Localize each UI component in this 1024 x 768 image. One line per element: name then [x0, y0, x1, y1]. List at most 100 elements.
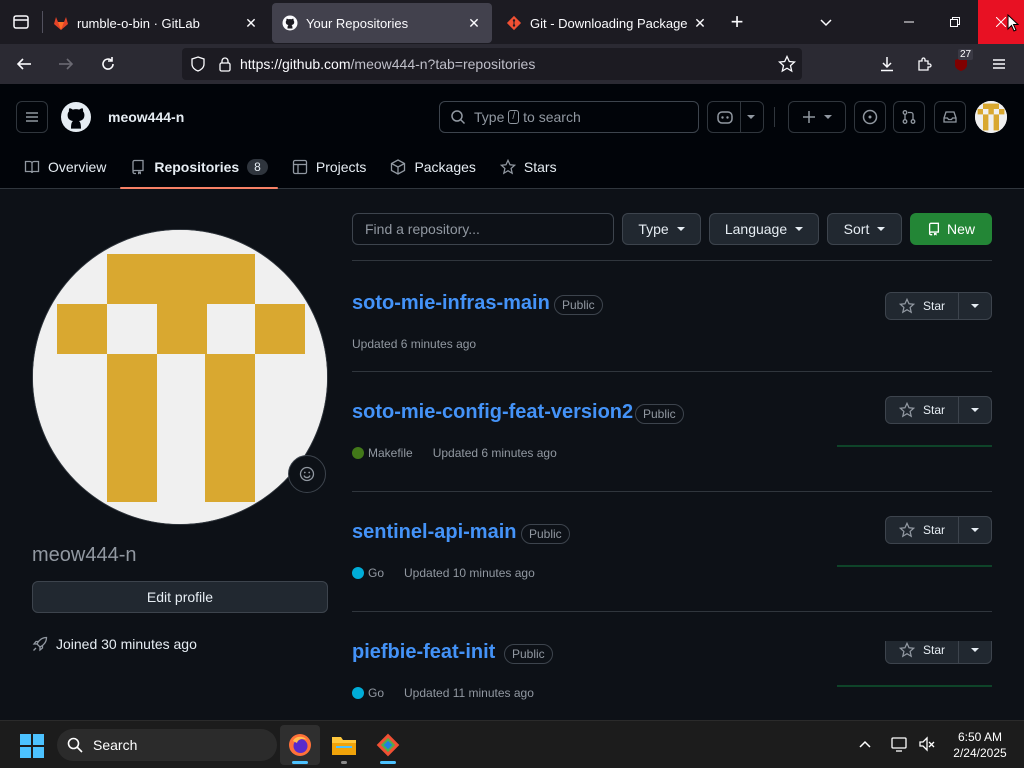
tracking-protection-icon[interactable] — [190, 56, 206, 72]
updated-time: Updated 6 minutes ago — [352, 337, 477, 351]
taskbar-firefox[interactable] — [280, 725, 320, 765]
copilot-button[interactable] — [707, 101, 764, 133]
star-icon — [898, 522, 915, 538]
tab-title: Your Repositories — [306, 15, 409, 31]
sort-label: Sort — [843, 221, 870, 237]
tab-title: Git - Downloading Package — [530, 15, 688, 31]
running-app-indicator — [341, 761, 347, 764]
chevron-down-icon — [971, 528, 979, 532]
divider — [352, 260, 992, 261]
edit-profile-button[interactable]: Edit profile — [32, 581, 328, 613]
header-divider — [774, 107, 775, 127]
repo-icon — [130, 159, 146, 175]
extensions-icon[interactable] — [908, 48, 940, 80]
forward-button[interactable] — [48, 48, 84, 80]
repo-name-link[interactable]: piefbie-feat-init — [352, 641, 495, 664]
repo-meta: Updated 6 minutes ago — [352, 337, 476, 351]
joined-info: Joined 30 minutes ago — [32, 636, 197, 652]
windows-start-icon[interactable] — [20, 734, 44, 758]
tab-github[interactable]: Your Repositories ✕ — [272, 3, 492, 43]
language-color-dot — [352, 567, 364, 579]
repo-name-link[interactable]: soto-mie-config-feat-version2 — [352, 401, 633, 424]
updated-time: Updated 6 minutes ago — [432, 446, 557, 460]
search-input[interactable]: Type / to search — [439, 101, 699, 133]
search-icon — [67, 737, 83, 753]
language-color-dot — [352, 687, 364, 699]
repo-name-link[interactable]: sentinel-api-main — [352, 521, 516, 544]
pull-requests-button[interactable] — [893, 101, 925, 133]
inbox-button[interactable] — [934, 101, 966, 133]
menu-icon[interactable] — [983, 48, 1015, 80]
find-repository-input[interactable]: Find a repository... — [352, 213, 614, 245]
lock-icon[interactable] — [218, 56, 232, 72]
star-list-dropdown[interactable] — [959, 517, 991, 543]
tab-title: rumble-o-bin · GitLab — [77, 15, 200, 31]
star-button[interactable]: Star — [886, 293, 959, 319]
list-all-tabs-icon[interactable] — [808, 0, 844, 44]
volume-muted-icon[interactable] — [918, 735, 936, 753]
joined-text: Joined 30 minutes ago — [56, 636, 197, 652]
close-tab-icon[interactable]: ✕ — [466, 15, 482, 31]
star-icon — [898, 642, 915, 658]
set-status-button[interactable] — [288, 455, 326, 493]
sort-button[interactable]: Sort — [827, 213, 902, 245]
chevron-down-icon — [971, 648, 979, 652]
downloads-icon[interactable] — [871, 48, 903, 80]
star-list-dropdown[interactable] — [959, 641, 991, 663]
reload-button[interactable] — [90, 48, 126, 80]
profile-avatar[interactable] — [32, 229, 328, 525]
star-button[interactable]: Star — [886, 641, 959, 663]
activity-sparkline — [837, 565, 992, 567]
star-button[interactable]: Star — [886, 397, 959, 423]
tab-gitlab[interactable]: rumble-o-bin · GitLab ✕ — [43, 3, 269, 43]
star-icon — [898, 298, 915, 314]
close-tab-icon[interactable]: ✕ — [243, 15, 259, 31]
hamburger-menu-button[interactable] — [16, 101, 48, 133]
new-tab-button[interactable]: + — [718, 0, 756, 44]
tab-stars[interactable]: Stars — [490, 144, 567, 189]
taskbar-git-gui[interactable] — [368, 725, 408, 765]
restore-button[interactable] — [932, 0, 978, 44]
new-repository-button[interactable]: New — [910, 213, 992, 245]
language-filter-label: Language — [724, 221, 788, 237]
github-logo-icon[interactable] — [60, 101, 92, 133]
active-app-indicator — [292, 761, 308, 764]
taskbar-file-explorer[interactable] — [324, 725, 364, 765]
star-list-dropdown[interactable] — [959, 397, 991, 423]
star-button[interactable]: Star — [886, 517, 959, 543]
gitlab-icon — [53, 15, 69, 31]
tab-overview[interactable]: Overview — [14, 144, 116, 189]
browser-nav-bar: https://github.com/meow444-n?tab=reposit… — [0, 44, 1024, 84]
firefox-view-icon[interactable] — [0, 0, 42, 44]
show-hidden-icons-chevron-up-icon[interactable] — [858, 737, 872, 751]
tab-repositories[interactable]: Repositories 8 — [120, 144, 278, 189]
star-icon — [898, 402, 915, 418]
network-icon[interactable] — [891, 735, 909, 753]
bookmark-star-icon[interactable] — [778, 55, 796, 73]
windows-taskbar: Search 6:50 AM 2/24/2025 — [0, 720, 1024, 768]
system-clock[interactable]: 6:50 AM 2/24/2025 — [945, 729, 1015, 761]
user-avatar-icon[interactable] — [975, 101, 1007, 133]
close-tab-icon[interactable]: ✕ — [692, 15, 708, 31]
new-label: New — [946, 221, 975, 237]
tab-projects[interactable]: Projects — [282, 144, 377, 189]
taskbar-search-label: Search — [93, 737, 138, 753]
tab-packages[interactable]: Packages — [380, 144, 485, 189]
language-filter-button[interactable]: Language — [709, 213, 819, 245]
star-list-dropdown[interactable] — [959, 293, 991, 319]
minimize-button[interactable] — [886, 0, 932, 44]
profile-tabs: Overview Repositories 8 Projects Package… — [0, 144, 571, 189]
type-filter-button[interactable]: Type — [622, 213, 701, 245]
tab-git[interactable]: Git - Downloading Package ✕ — [496, 3, 718, 43]
issues-button[interactable] — [854, 101, 886, 133]
create-new-button[interactable] — [788, 101, 846, 133]
divider — [352, 371, 992, 372]
folder-icon — [332, 737, 356, 755]
ublock-extension-icon[interactable]: 27 — [945, 48, 977, 80]
header-username[interactable]: meow444-n — [108, 109, 184, 125]
taskbar-search[interactable]: Search — [57, 729, 277, 761]
repo-name-link[interactable]: soto-mie-infras-main — [352, 292, 550, 315]
git-icon — [506, 15, 522, 31]
address-bar[interactable]: https://github.com/meow444-n?tab=reposit… — [182, 48, 802, 80]
back-button[interactable] — [6, 48, 42, 80]
